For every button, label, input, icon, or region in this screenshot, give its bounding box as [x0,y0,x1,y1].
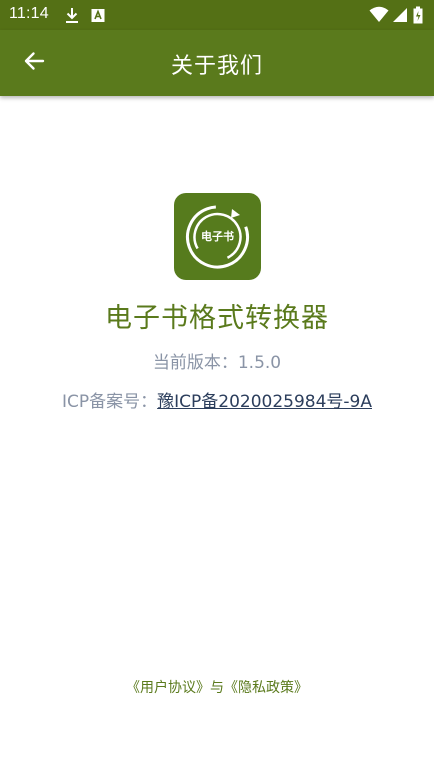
wifi-icon [369,6,389,24]
version-label: 当前版本： [152,353,238,373]
download-icon [64,6,80,24]
privacy-policy-link[interactable]: 《隐私政策》 [224,680,308,696]
icp-number-link[interactable]: 豫ICP备2020025984号-9A [157,392,372,412]
version-value: 1.5.0 [237,353,282,373]
status-bar: 11:14 [0,0,434,30]
version-row: 当前版本：1.5.0 [0,348,434,373]
signal-icon [392,6,408,24]
app-logo-icon: 电子书 [174,193,261,280]
page-title: 关于我们 [170,54,263,79]
app-bar: 关于我们 [0,30,434,96]
agreement-connector: 与 [210,680,224,696]
agreement-row: 《用户协议》与《隐私政策》 [0,677,434,697]
a-box-icon [91,6,105,24]
about-screen: 11:14 关于我们 电子书 电子书格式转换器 当前版本：1.5.0 ICP备案… [0,0,434,773]
app-logo-label: 电子书 [201,230,234,243]
user-agreement-link[interactable]: 《用户协议》 [126,680,210,696]
battery-icon [413,6,423,24]
icp-row: ICP备案号：豫ICP备2020025984号-9A [0,387,434,412]
status-time: 11:14 [9,5,49,22]
app-name: 电子书格式转换器 [105,303,329,334]
icp-label: ICP备案号： [61,392,158,412]
